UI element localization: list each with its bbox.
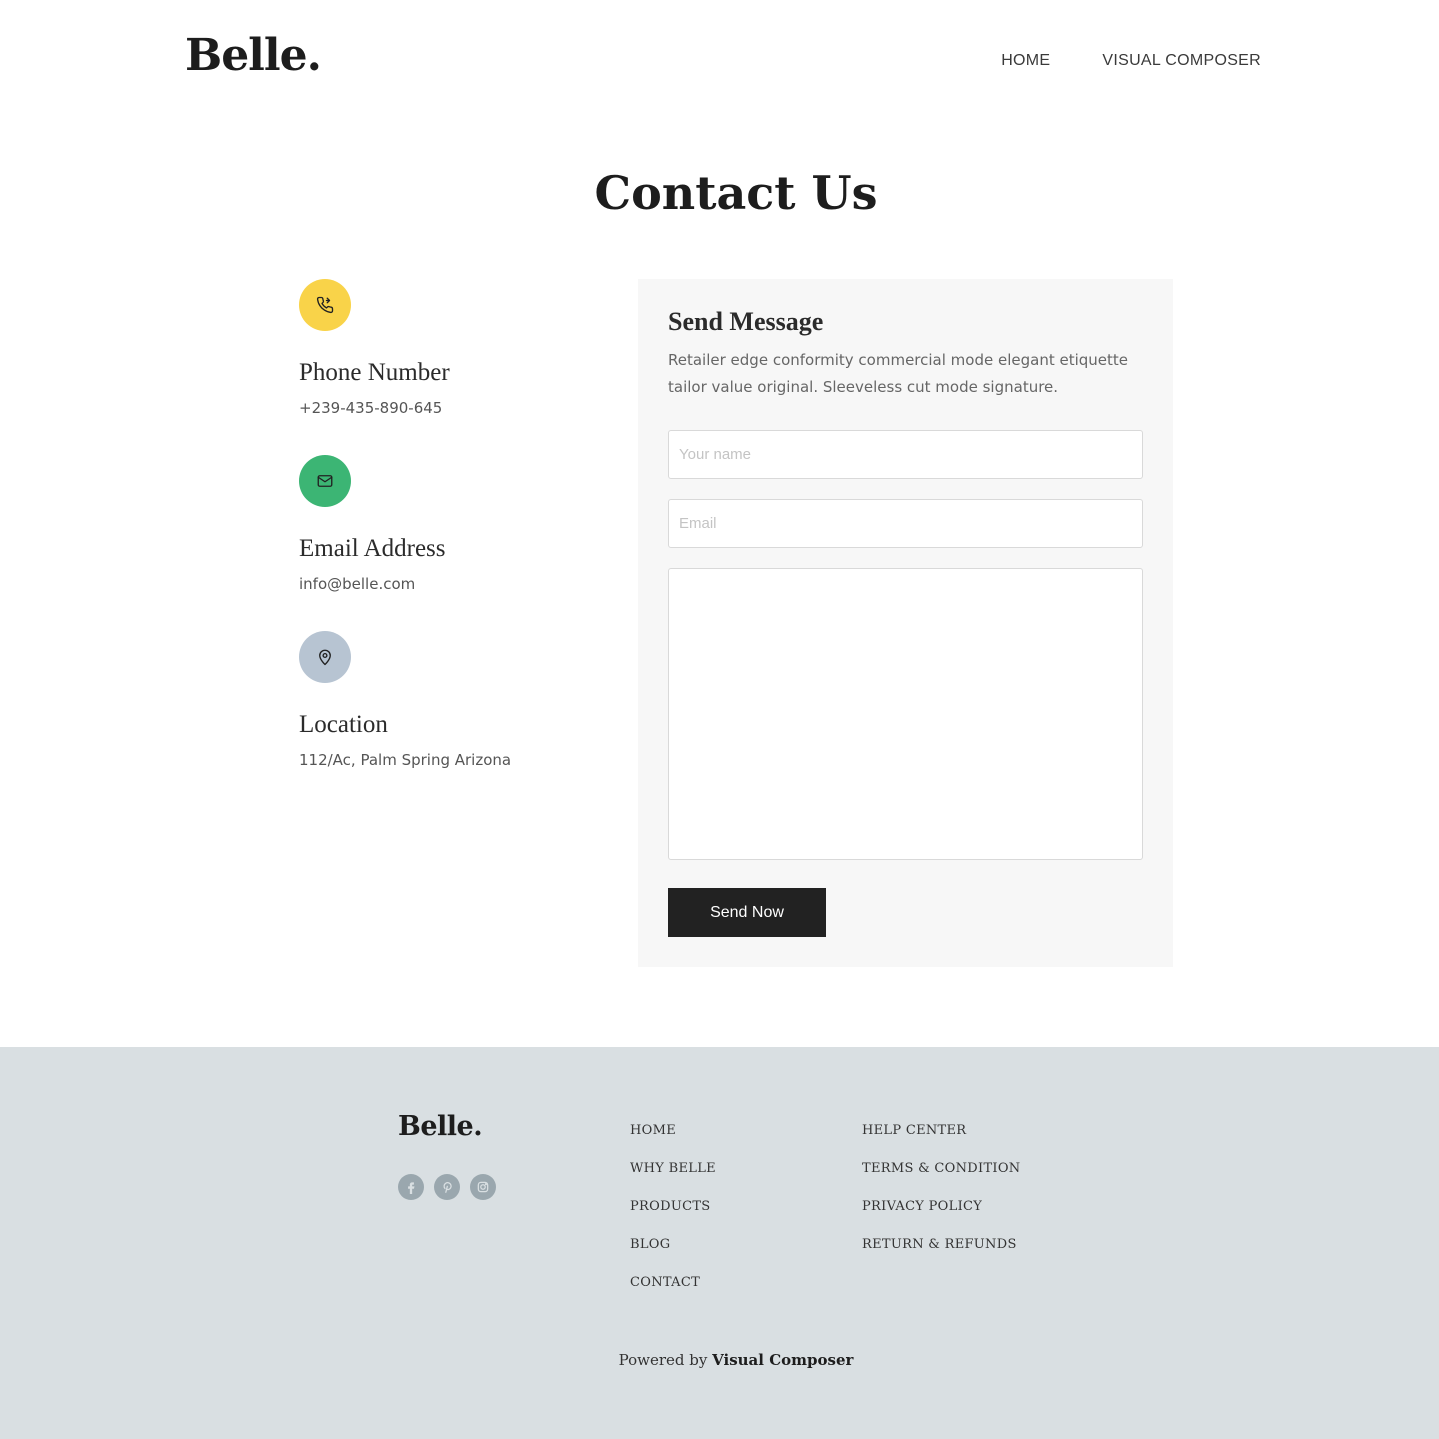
powered-brand-link[interactable]: Visual Composer xyxy=(712,1351,853,1369)
contact-location-block: Location 112/Ac, Palm Spring Arizona xyxy=(299,631,511,769)
email-value: info@belle.com xyxy=(299,575,416,593)
nav-home-link[interactable]: HOME xyxy=(1001,52,1050,70)
footer-link-blog[interactable]: BLOG xyxy=(630,1237,716,1275)
footer-link-returns[interactable]: RETURN & REFUNDS xyxy=(862,1237,1020,1275)
mail-icon xyxy=(299,455,351,507)
phone-heading: Phone Number xyxy=(299,359,450,386)
footer-link-contact[interactable]: CONTACT xyxy=(630,1275,716,1313)
site-footer: Belle. HOME WHY BELLE PRODUCTS BLOG CONT… xyxy=(0,1047,1439,1439)
social-links xyxy=(398,1174,496,1200)
facebook-icon[interactable] xyxy=(398,1174,424,1200)
message-textarea[interactable] xyxy=(668,568,1143,860)
location-value: 112/Ac, Palm Spring Arizona xyxy=(299,751,512,769)
send-now-button[interactable]: Send Now xyxy=(668,888,826,937)
name-input[interactable] xyxy=(668,430,1143,479)
instagram-icon[interactable] xyxy=(470,1174,496,1200)
map-pin-icon xyxy=(299,631,351,683)
nav-visual-composer-link[interactable]: VISUAL COMPOSER xyxy=(1102,52,1261,70)
footer-links-main: HOME WHY BELLE PRODUCTS BLOG CONTACT xyxy=(630,1123,716,1313)
site-header: Belle. HOME VISUAL COMPOSER xyxy=(0,0,1439,120)
footer-link-terms[interactable]: TERMS & CONDITION xyxy=(862,1161,1020,1199)
powered-prefix: Powered by xyxy=(618,1351,708,1369)
site-logo[interactable]: Belle. xyxy=(185,30,322,81)
footer-link-home[interactable]: HOME xyxy=(630,1123,716,1161)
contact-phone-block: Phone Number +239-435-890-645 xyxy=(299,279,450,417)
footer-link-products[interactable]: PRODUCTS xyxy=(630,1199,716,1237)
powered-by: Powered by Visual Composer xyxy=(0,1351,1439,1369)
email-input[interactable] xyxy=(668,499,1143,548)
phone-value: +239-435-890-645 xyxy=(299,399,443,417)
page-title: Contact Us xyxy=(594,166,878,220)
contact-email-block: Email Address info@belle.com xyxy=(299,455,446,593)
email-heading: Email Address xyxy=(299,535,446,562)
form-title: Send Message xyxy=(668,307,824,336)
location-heading: Location xyxy=(299,711,388,738)
form-description: Retailer edge conformity commercial mode… xyxy=(668,351,1128,396)
footer-link-help-center[interactable]: HELP CENTER xyxy=(862,1123,1020,1161)
footer-link-privacy[interactable]: PRIVACY POLICY xyxy=(862,1199,1020,1237)
pinterest-icon[interactable] xyxy=(434,1174,460,1200)
footer-logo[interactable]: Belle. xyxy=(398,1111,483,1142)
phone-icon xyxy=(299,279,351,331)
footer-links-help: HELP CENTER TERMS & CONDITION PRIVACY PO… xyxy=(862,1123,1020,1275)
send-message-panel: Send Message Retailer edge conformity co… xyxy=(638,279,1173,967)
footer-link-why-belle[interactable]: WHY BELLE xyxy=(630,1161,716,1199)
main-nav: HOME VISUAL COMPOSER xyxy=(1001,52,1261,70)
